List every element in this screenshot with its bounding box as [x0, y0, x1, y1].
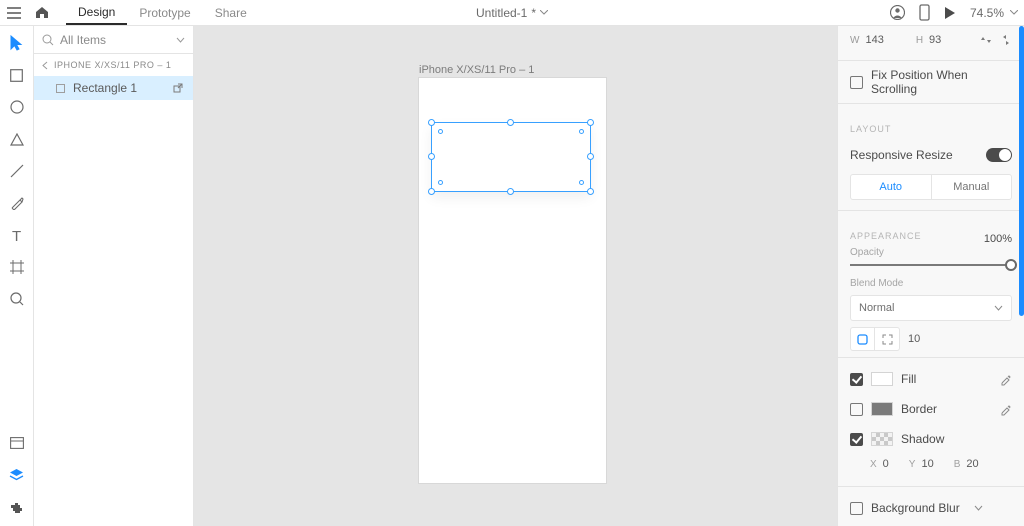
segment-auto[interactable]: Auto — [851, 175, 932, 199]
layers-icon[interactable] — [8, 466, 26, 484]
layers-panel: All Items IPHONE X/XS/11 PRO – 1 Rectang… — [34, 26, 194, 526]
slider-knob[interactable] — [1005, 259, 1017, 271]
resize-mode-segment[interactable]: Auto Manual — [850, 174, 1012, 200]
height-field[interactable]: H93 — [916, 34, 941, 46]
chevron-left-icon — [42, 61, 48, 70]
tool-rail: T — [0, 26, 34, 526]
breadcrumb[interactable]: IPHONE X/XS/11 PRO – 1 — [34, 54, 193, 76]
home-icon[interactable] — [28, 0, 56, 25]
corner-radius-handle[interactable] — [438, 129, 443, 134]
polygon-tool[interactable] — [8, 130, 26, 148]
corner-radius-input[interactable]: 10 — [908, 333, 920, 345]
property-inspector: W143 H93 Fix Position When Scrolling LAY… — [837, 26, 1024, 526]
resize-handle-e[interactable] — [587, 153, 594, 160]
shadow-blur-field[interactable]: B20 — [954, 458, 979, 470]
pen-tool[interactable] — [8, 194, 26, 212]
layers-filter[interactable]: All Items — [34, 26, 193, 54]
resize-handle-n[interactable] — [507, 119, 514, 126]
responsive-toggle[interactable] — [986, 148, 1012, 162]
filter-label: All Items — [60, 33, 106, 47]
resize-handle-ne[interactable] — [587, 119, 594, 126]
select-tool[interactable] — [8, 34, 26, 52]
rectangle-tool[interactable] — [8, 66, 26, 84]
eyedropper-icon[interactable] — [999, 373, 1012, 386]
zoom-control[interactable]: 74.5% — [970, 6, 1018, 20]
rectangle-icon — [56, 84, 65, 93]
resize-handle-nw[interactable] — [428, 119, 435, 126]
artboard-label[interactable]: iPhone X/XS/11 Pro – 1 — [419, 64, 534, 76]
segment-manual[interactable]: Manual — [932, 175, 1012, 199]
top-bar: Design Prototype Share Untitled-1 * 74.5… — [0, 0, 1024, 26]
border-swatch[interactable] — [871, 402, 893, 416]
design-canvas[interactable]: iPhone X/XS/11 Pro – 1 — [194, 26, 837, 526]
bg-blur-label: Background Blur — [871, 501, 960, 515]
chevron-down-icon — [994, 305, 1003, 311]
account-icon[interactable] — [890, 5, 905, 20]
opacity-value: 100% — [984, 233, 1012, 245]
zoom-tool[interactable] — [8, 290, 26, 308]
fill-checkbox[interactable] — [850, 373, 863, 386]
shadow-swatch[interactable] — [871, 432, 893, 446]
responsive-label: Responsive Resize — [850, 148, 953, 162]
chevron-down-icon — [176, 37, 185, 43]
unsaved-asterisk: * — [531, 6, 536, 20]
tab-prototype[interactable]: Prototype — [127, 0, 202, 25]
resize-handle-w[interactable] — [428, 153, 435, 160]
chevron-down-icon — [540, 10, 548, 15]
fix-position-checkbox[interactable] — [850, 76, 863, 89]
layer-item-selected[interactable]: Rectangle 1 — [34, 76, 193, 100]
hamburger-menu[interactable] — [0, 0, 28, 25]
resize-handle-s[interactable] — [507, 188, 514, 195]
resize-handle-sw[interactable] — [428, 188, 435, 195]
fill-swatch[interactable] — [871, 372, 893, 386]
selected-rectangle[interactable] — [431, 122, 591, 192]
external-link-icon[interactable] — [173, 83, 183, 93]
play-icon[interactable] — [944, 6, 956, 20]
corner-radius-handle[interactable] — [579, 180, 584, 185]
scrollbar-thumb[interactable] — [1019, 26, 1024, 316]
opacity-slider[interactable] — [850, 264, 1012, 266]
corner-radius-mode[interactable] — [850, 327, 900, 351]
width-field[interactable]: W143 — [850, 34, 884, 46]
corner-radius-handle[interactable] — [579, 129, 584, 134]
shadow-label: Shadow — [901, 432, 944, 446]
section-layout: LAYOUT — [838, 110, 1024, 140]
inspector-scrollbar[interactable] — [1018, 26, 1024, 526]
layer-name: Rectangle 1 — [73, 81, 137, 95]
svg-text:T: T — [12, 229, 21, 242]
line-tool[interactable] — [8, 162, 26, 180]
blend-label: Blend Mode — [838, 266, 1024, 291]
document-title[interactable]: Untitled-1 * — [476, 6, 548, 20]
blend-mode-dropdown[interactable]: Normal — [850, 295, 1012, 321]
shadow-y-field[interactable]: Y10 — [909, 458, 934, 470]
device-preview-icon[interactable] — [919, 4, 930, 21]
assets-icon[interactable] — [8, 434, 26, 452]
eyedropper-icon[interactable] — [999, 403, 1012, 416]
chevron-down-icon — [1010, 10, 1018, 15]
ellipse-tool[interactable] — [8, 98, 26, 116]
tab-share[interactable]: Share — [203, 0, 259, 25]
fix-position-label: Fix Position When Scrolling — [871, 68, 1012, 96]
zoom-value: 74.5% — [970, 6, 1004, 20]
tab-design[interactable]: Design — [66, 0, 127, 25]
artboard[interactable] — [419, 78, 606, 483]
fill-label: Fill — [901, 372, 916, 386]
bg-blur-checkbox[interactable] — [850, 502, 863, 515]
chevron-down-icon[interactable] — [974, 505, 983, 511]
breadcrumb-text: IPHONE X/XS/11 PRO – 1 — [54, 60, 171, 70]
flip-vertical-icon[interactable] — [1000, 34, 1012, 46]
border-label: Border — [901, 402, 937, 416]
text-tool[interactable]: T — [8, 226, 26, 244]
corner-radius-handle[interactable] — [438, 180, 443, 185]
title-text: Untitled-1 — [476, 6, 527, 20]
shadow-x-field[interactable]: X0 — [870, 458, 889, 470]
resize-handle-se[interactable] — [587, 188, 594, 195]
plugins-icon[interactable] — [8, 498, 26, 516]
shadow-checkbox[interactable] — [850, 433, 863, 446]
flip-horizontal-icon[interactable] — [980, 34, 992, 46]
opacity-label: Opacity — [850, 247, 1012, 258]
artboard-tool[interactable] — [8, 258, 26, 276]
border-checkbox[interactable] — [850, 403, 863, 416]
search-icon — [42, 34, 54, 46]
